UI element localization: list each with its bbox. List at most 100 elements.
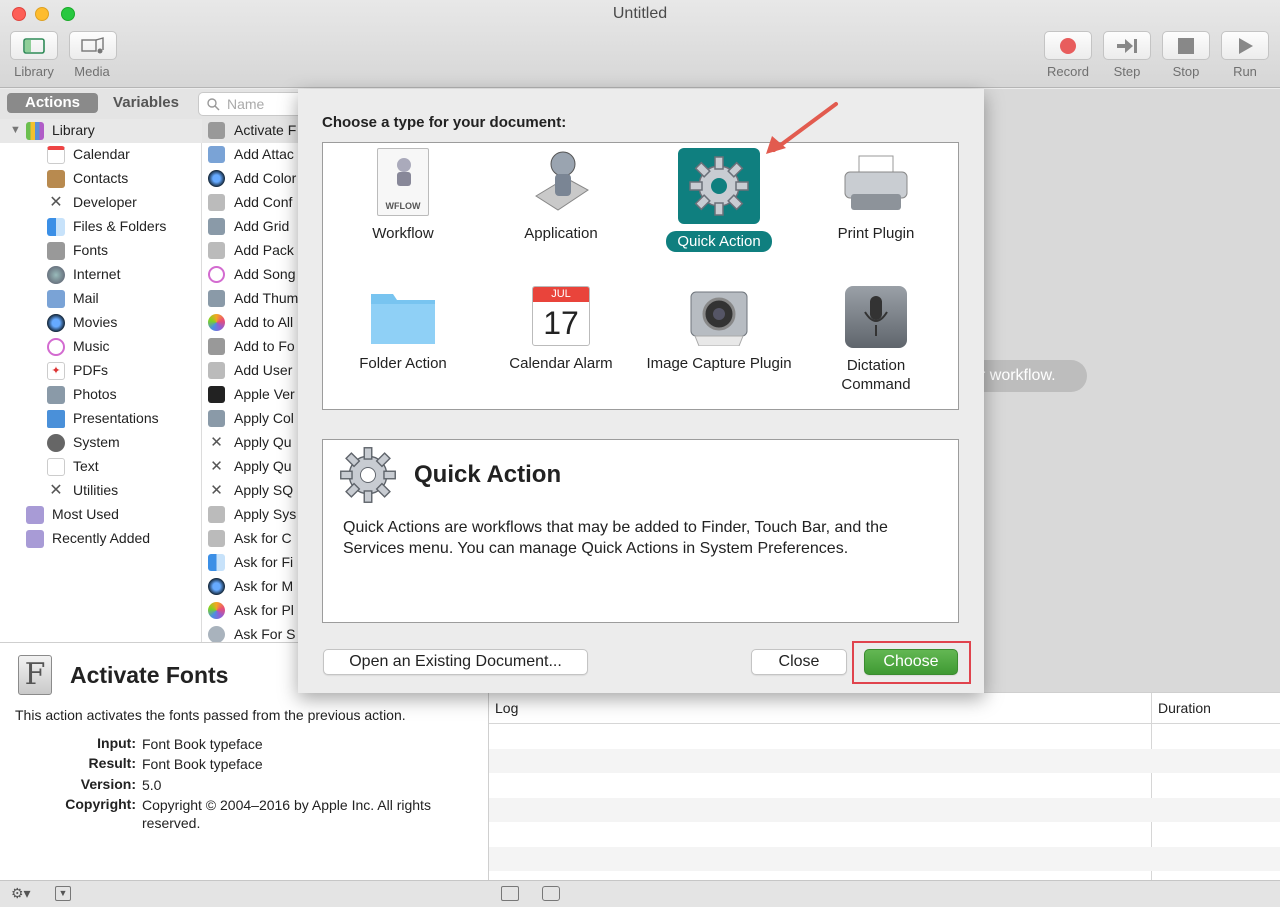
sidebar-item-label: Developer	[73, 194, 137, 210]
record-button[interactable]	[1044, 31, 1092, 60]
search-input[interactable]: Name	[198, 92, 298, 116]
sidebar-item-movies[interactable]: Movies	[0, 311, 202, 335]
system-icon	[47, 434, 65, 452]
type-folder-action[interactable]: Folder Action	[328, 286, 478, 373]
library-books-icon	[26, 122, 44, 140]
list-item[interactable]: Add Grid	[202, 215, 298, 239]
sidebar-item-presentations[interactable]: Presentations	[0, 407, 202, 431]
list-item[interactable]: ✕ Apply SQ	[202, 479, 298, 503]
list-item[interactable]: Ask for M	[202, 575, 298, 599]
table-row	[489, 749, 1280, 773]
library-root-label: Library	[52, 122, 95, 138]
type-calendar-alarm[interactable]: JUL 17 Calendar Alarm	[486, 286, 636, 373]
list-item[interactable]: Ask For S	[202, 623, 298, 642]
sidebar-item-mail[interactable]: Mail	[0, 287, 202, 311]
list-item[interactable]: Add to Fo	[202, 335, 298, 359]
list-item[interactable]: Add Thum	[202, 287, 298, 311]
automator-icon	[208, 530, 225, 547]
list-item[interactable]: Add Pack	[202, 239, 298, 263]
duration-column-header[interactable]: Duration	[1158, 700, 1211, 716]
smart-group-recently-added[interactable]: Recently Added	[0, 527, 202, 551]
description-summary: This action activates the fonts passed f…	[15, 707, 406, 723]
type-label: Dictation Command	[841, 357, 911, 393]
stop-icon	[1178, 37, 1194, 54]
list-item[interactable]: Ask for C	[202, 527, 298, 551]
list-item[interactable]: Add to All	[202, 311, 298, 335]
sidebar-item-fonts[interactable]: Fonts	[0, 239, 202, 263]
close-button[interactable]: Close	[751, 649, 847, 675]
list-item[interactable]: Add Color	[202, 167, 298, 191]
split-view-icon[interactable]	[542, 886, 560, 901]
library-toggle-button[interactable]	[10, 31, 58, 60]
type-workflow[interactable]: WFLOW Workflow	[328, 148, 478, 243]
type-image-capture-plugin[interactable]: Image Capture Plugin	[644, 286, 794, 373]
quicktime-icon	[208, 578, 225, 595]
text-edit-icon	[47, 458, 65, 476]
list-item[interactable]: Ask for Pl	[202, 599, 298, 623]
media-button[interactable]	[69, 31, 117, 60]
sheet-heading: Choose a type for your document:	[322, 114, 567, 131]
smart-group-most-used[interactable]: Most Used	[0, 503, 202, 527]
list-item[interactable]: Add User	[202, 359, 298, 383]
workflow-badge: WFLOW	[385, 201, 421, 211]
media-label: Media	[74, 64, 110, 79]
sidebar-item-developer[interactable]: ✕ Developer	[0, 191, 202, 215]
step-button[interactable]	[1103, 31, 1151, 60]
image-icon	[208, 410, 225, 427]
pdf-icon: ✦	[47, 362, 65, 380]
list-item[interactable]: Add Attac	[202, 143, 298, 167]
list-item[interactable]: Activate F	[202, 119, 298, 143]
tools-icon: ✕	[210, 458, 223, 475]
sidebar-item-text[interactable]: Text	[0, 455, 202, 479]
document-type-grid: WFLOW Workflow Application Quick Action …	[322, 142, 959, 410]
log-column-header[interactable]: Log	[495, 700, 518, 716]
type-quick-action[interactable]: Quick Action	[644, 148, 794, 252]
list-item[interactable]: Apply Col	[202, 407, 298, 431]
list-item[interactable]: Ask for Fi	[202, 551, 298, 575]
list-item[interactable]: Add Song	[202, 263, 298, 287]
tab-actions[interactable]: Actions	[7, 93, 98, 113]
list-item[interactable]: Apple Ver	[202, 383, 298, 407]
sidebar-item-photos[interactable]: Photos	[0, 383, 202, 407]
info-title: Quick Action	[414, 461, 562, 488]
tools-icon: ✕	[210, 434, 223, 451]
sidebar-item-pdfs[interactable]: ✦ PDFs	[0, 359, 202, 383]
list-item[interactable]: ✕ Apply Qu	[202, 431, 298, 455]
list-item[interactable]: Apply Sys	[202, 503, 298, 527]
record-label: Record	[1047, 64, 1089, 79]
automator-robot-icon	[526, 148, 596, 216]
run-button[interactable]	[1221, 31, 1269, 60]
developer-tools-icon: ✕	[49, 194, 63, 211]
sidebar-item-internet[interactable]: Internet	[0, 263, 202, 287]
bottom-bar: ⚙▾ ▼	[0, 880, 1280, 907]
list-item[interactable]: Add Conf	[202, 191, 298, 215]
record-icon	[1060, 37, 1076, 54]
sidebar-item-system[interactable]: System	[0, 431, 202, 455]
smart-folder-icon	[26, 530, 44, 548]
sidebar-item-utilities[interactable]: ✕ Utilities	[0, 479, 202, 503]
log-table: Log Duration	[488, 692, 1280, 881]
type-dictation-command[interactable]: Dictation Command	[801, 286, 951, 394]
tab-variables[interactable]: Variables	[100, 93, 192, 113]
automator-icon	[208, 362, 225, 379]
table-row	[489, 798, 1280, 822]
type-print-plugin[interactable]: Print Plugin	[801, 148, 951, 243]
type-application[interactable]: Application	[486, 148, 636, 243]
smart-folder-icon	[26, 506, 44, 524]
field-value: Copyright © 2004–2016 by Apple Inc. All …	[142, 797, 431, 831]
disclosure-triangle-icon[interactable]: ▼	[10, 119, 21, 141]
sidebar-item-music[interactable]: Music	[0, 335, 202, 359]
step-icon	[1117, 38, 1137, 53]
library-root[interactable]: ▼ Library	[0, 119, 202, 143]
sidebar-item-contacts[interactable]: Contacts	[0, 167, 202, 191]
list-item[interactable]: ✕ Apply Qu	[202, 455, 298, 479]
gear-icon[interactable]: ⚙▾	[11, 885, 31, 902]
open-existing-document-button[interactable]: Open an Existing Document...	[323, 649, 588, 675]
finder-icon	[208, 554, 225, 571]
stop-button[interactable]	[1162, 31, 1210, 60]
chevron-down-icon[interactable]: ▼	[55, 886, 71, 901]
sidebar-item-calendar[interactable]: Calendar	[0, 143, 202, 167]
sidebar-item-files-folders[interactable]: Files & Folders	[0, 215, 202, 239]
sidebar-item-label: Calendar	[73, 146, 130, 162]
list-view-icon[interactable]	[501, 886, 519, 901]
